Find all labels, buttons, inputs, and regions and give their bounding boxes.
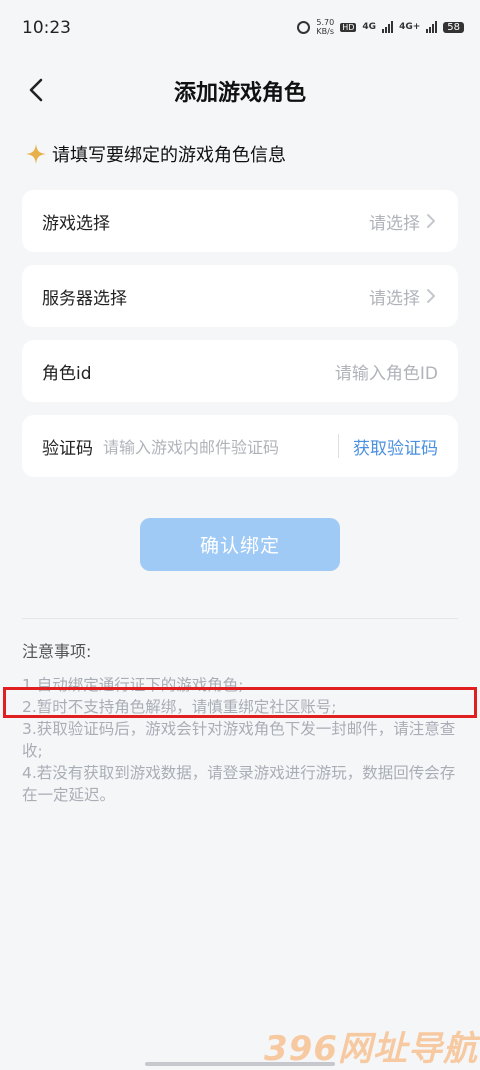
game-select-value-group: 请选择	[369, 209, 438, 234]
divider	[22, 618, 458, 619]
verify-code-input[interactable]: 请输入游戏内邮件验证码	[103, 434, 328, 458]
role-id-input[interactable]: 请输入角色ID	[335, 359, 438, 384]
section-title-text: 请填写要绑定的游戏角色信息	[52, 145, 286, 166]
chevron-right-icon	[424, 287, 438, 305]
signal-icon-2	[426, 21, 438, 33]
get-verify-code-button[interactable]: 获取验证码	[353, 434, 438, 459]
network-speed-unit: KB/s	[316, 27, 335, 36]
game-select-field[interactable]: 游戏选择 请选择	[22, 190, 458, 252]
server-select-value-group: 请选择	[369, 284, 438, 309]
game-select-label: 游戏选择	[42, 213, 110, 234]
note-item: 4.若没有获取到游戏数据，请登录游戏进行游玩，数据回传会存在一定延迟。	[22, 764, 456, 804]
note-item: 3.获取验证码后，游戏会针对游戏角色下发一封邮件，请注意查收;	[22, 720, 456, 760]
page-title: 添加游戏角色	[173, 81, 306, 106]
server-select-field[interactable]: 服务器选择 请选择	[22, 265, 458, 327]
verify-code-label: 验证码	[42, 438, 93, 459]
game-select-value: 请选择	[369, 213, 420, 234]
server-select-label: 服务器选择	[42, 288, 127, 309]
confirm-bind-button[interactable]: 确认绑定	[140, 518, 340, 571]
battery-icon: 58	[443, 21, 464, 33]
status-icons: 5.70 KB/s HD 4G 4G+ 58	[297, 18, 464, 36]
header: 添加游戏角色	[0, 58, 480, 122]
server-select-value: 请选择	[369, 288, 420, 309]
role-id-field[interactable]: 角色id 请输入角色ID	[22, 340, 458, 402]
signal-icon	[382, 21, 394, 33]
network-speed-value: 5.70	[316, 18, 335, 27]
alarm-icon	[297, 20, 311, 34]
role-id-label: 角色id	[42, 363, 92, 384]
section-title: 请填写要绑定的游戏角色信息	[26, 141, 286, 167]
network-type-2: 4G+	[399, 22, 421, 32]
status-time: 10:23	[22, 18, 71, 38]
verify-code-field: 验证码 请输入游戏内邮件验证码 获取验证码	[22, 415, 458, 477]
sparkle-icon	[26, 144, 46, 164]
home-indicator[interactable]	[145, 1062, 335, 1066]
notes-title: 注意事项:	[22, 642, 92, 661]
divider	[338, 434, 339, 458]
highlight-annotation-box	[3, 687, 477, 718]
network-speed: 5.70 KB/s	[316, 18, 334, 36]
chevron-right-icon	[424, 212, 438, 230]
status-bar: 10:23 5.70 KB/s HD 4G 4G+ 58	[0, 0, 480, 58]
network-type-1: 4G	[362, 22, 377, 32]
hd-icon: HD	[340, 22, 357, 32]
